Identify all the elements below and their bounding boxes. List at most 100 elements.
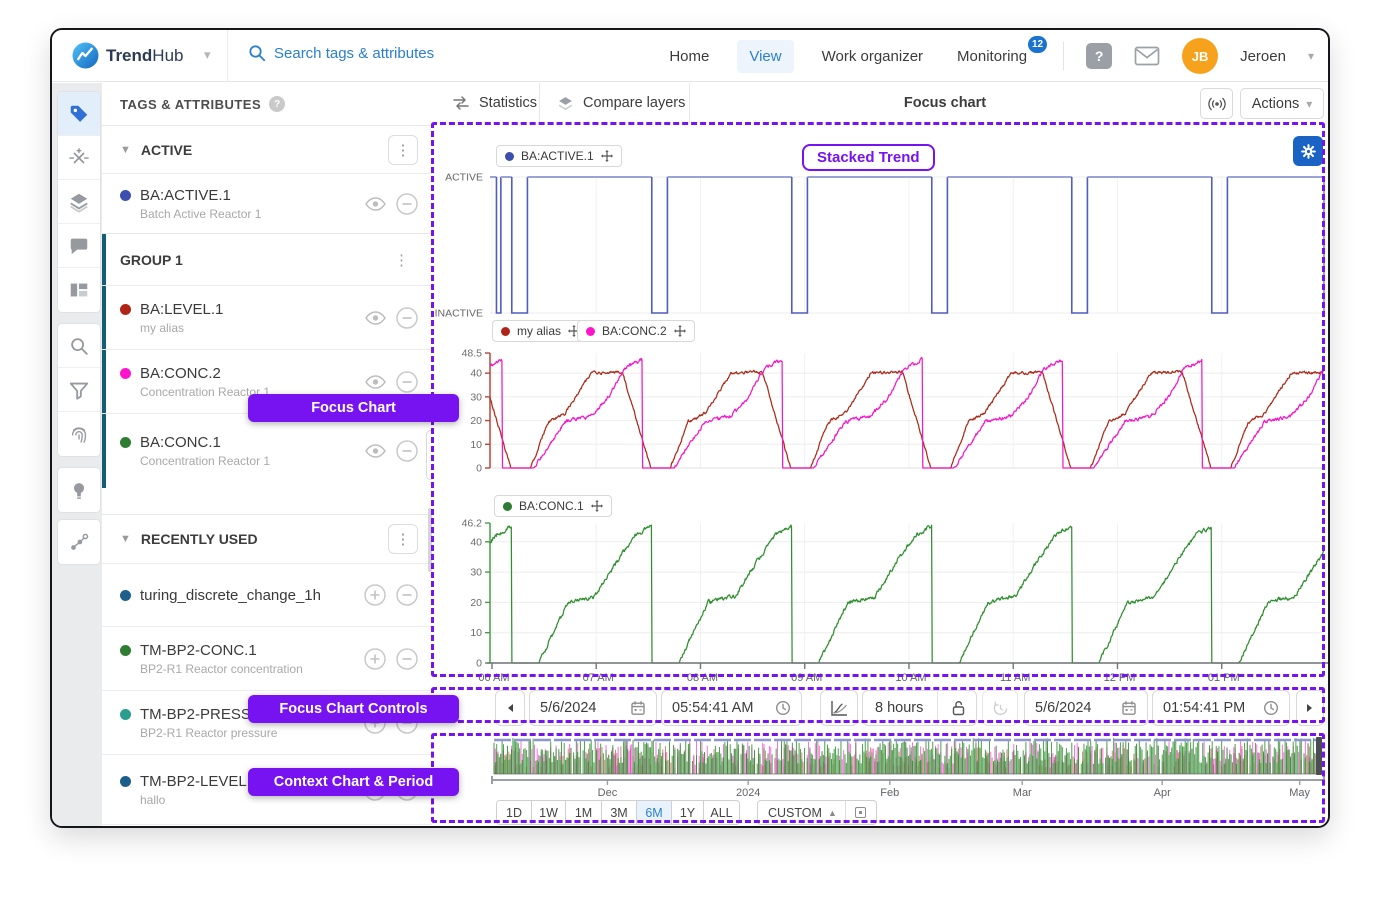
visibility-eye-icon[interactable] (365, 375, 386, 389)
rail-filter-button[interactable] (58, 368, 100, 412)
stacked-trend-plot[interactable]: ACTIVEINACTIVE48.540302010046.2403020100… (433, 123, 1330, 681)
tag-row-tm-bp2-conc-1[interactable]: TM-BP2-CONC.1 BP2-R1 Reactor concentrati… (102, 626, 432, 690)
rail-fingerprint-button[interactable] (58, 412, 100, 456)
custom-period-button[interactable]: CUSTOM (758, 806, 828, 820)
legend-chip-ba-conc-2[interactable]: BA:CONC.2 (577, 320, 695, 342)
rail-connections-button[interactable] (58, 520, 100, 564)
rail-search-button[interactable] (58, 324, 100, 368)
legend-chip-ba-active-1[interactable]: BA:ACTIVE.1 (496, 145, 622, 167)
tag-row-ba-active-1[interactable]: BA:ACTIVE.1 Batch Active Reactor 1 (102, 173, 432, 233)
clock-icon (1263, 700, 1279, 716)
actions-button[interactable]: Actions ▾ (1240, 88, 1324, 119)
move-icon[interactable] (591, 500, 603, 512)
context-overview-plot[interactable]: Dec2024FebMarAprMay (433, 733, 1330, 799)
help-icon[interactable]: ? (1086, 43, 1112, 69)
rail-tags-button[interactable] (58, 92, 100, 136)
start-time-field[interactable]: 05:54:41 AM (661, 690, 802, 726)
rail-recommendations-button[interactable] (58, 468, 100, 512)
user-menu-caret[interactable]: ▾ (1308, 49, 1314, 63)
tag-description: BP2-R1 Reactor pressure (120, 726, 277, 740)
period-3m-button[interactable]: 3M (601, 801, 636, 824)
svg-text:2024: 2024 (736, 787, 760, 799)
history-button[interactable] (982, 690, 1018, 726)
custom-range-button[interactable] (846, 801, 876, 824)
trendhub-logo-icon (72, 42, 99, 69)
legend-chip-ba-conc-1[interactable]: BA:CONC.1 (494, 495, 612, 517)
panel-help-icon[interactable]: ? (269, 96, 285, 112)
section-active-header[interactable]: ▼ ACTIVE ⋮ (102, 125, 432, 173)
tag-description: my alias (120, 321, 223, 335)
shift-forward-button[interactable] (1296, 690, 1324, 726)
period-6m-button[interactable]: 6M (636, 801, 671, 824)
broadcast-button[interactable] (1200, 88, 1233, 119)
chart-settings-button[interactable] (1293, 136, 1323, 166)
remove-circle-icon[interactable] (396, 371, 418, 393)
end-date-field[interactable]: 5/6/2024 (1024, 690, 1148, 726)
svg-text:07 AM: 07 AM (583, 672, 614, 681)
collapse-caret-icon[interactable]: ▼ (120, 533, 131, 545)
compare-scales-button[interactable] (820, 690, 858, 726)
rail-comments-button[interactable] (58, 224, 100, 268)
group-1-block: GROUP 1 ⋮ BA:LEVEL.1 my alias (102, 233, 432, 488)
period-1m-button[interactable]: 1M (565, 801, 601, 824)
section-active-menu-button[interactable]: ⋮ (388, 135, 418, 165)
remove-circle-icon[interactable] (396, 307, 418, 329)
panel-scrollbar[interactable] (428, 508, 432, 572)
svg-text:Feb: Feb (880, 787, 899, 799)
move-icon[interactable] (601, 150, 613, 162)
period-all-button[interactable]: ALL (703, 801, 739, 824)
rail-dashboards-button[interactable] (58, 268, 100, 312)
remove-circle-icon[interactable] (396, 440, 418, 462)
remove-circle-icon[interactable] (396, 193, 418, 215)
legend-chip-my-alias[interactable]: my alias (492, 320, 589, 342)
period-1w-button[interactable]: 1W (531, 801, 565, 824)
tab-compare-layers[interactable]: Compare layers (557, 83, 685, 123)
tag-row-turing[interactable]: turing_discrete_change_1h (102, 563, 432, 626)
nav-view[interactable]: View (737, 40, 793, 73)
nav-home[interactable]: Home (663, 40, 715, 73)
logo-dropdown-caret[interactable]: ▾ (204, 47, 211, 63)
user-avatar[interactable]: JB (1182, 38, 1218, 74)
period-1y-button[interactable]: 1Y (671, 801, 703, 824)
tab-statistics[interactable]: Statistics (452, 83, 537, 123)
tag-row-ba-conc-1[interactable]: BA:CONC.1 Concentration Reactor 1 (102, 413, 432, 488)
section-recent-menu-button[interactable]: ⋮ (388, 524, 418, 554)
custom-period-group: CUSTOM ▲ (757, 800, 877, 825)
period-1d-button[interactable]: 1D (497, 801, 531, 824)
svg-text:Apr: Apr (1154, 787, 1171, 799)
rail-layers-button[interactable] (58, 180, 100, 224)
duration-field[interactable]: 8 hours (862, 690, 977, 726)
lock-duration-button[interactable] (951, 700, 976, 716)
focus-chart-area[interactable]: ACTIVEINACTIVE48.540302010046.2403020100… (433, 123, 1330, 681)
period-button-group: 1D 1W 1M 3M 6M 1Y ALL (496, 800, 740, 825)
search-input[interactable]: Search tags & attributes (274, 45, 434, 62)
global-search[interactable]: Search tags & attributes (248, 44, 434, 62)
visibility-eye-icon[interactable] (365, 311, 386, 325)
tag-color-dot (120, 368, 131, 379)
svg-text:Dec: Dec (598, 787, 618, 799)
nav-monitoring[interactable]: Monitoring 12 (951, 40, 1033, 73)
add-circle-icon[interactable] (364, 648, 386, 670)
group-1-header[interactable]: GROUP 1 ⋮ (102, 233, 432, 285)
visibility-eye-icon[interactable] (365, 444, 386, 458)
group-1-menu-button[interactable]: ⋮ (385, 251, 418, 269)
remove-circle-icon[interactable] (396, 648, 418, 670)
rail-calculations-button[interactable] (58, 136, 100, 180)
section-recent-header[interactable]: ▼ RECENTLY USED ⋮ (102, 514, 432, 563)
move-icon[interactable] (674, 325, 686, 337)
start-date-field[interactable]: 5/6/2024 (529, 690, 657, 726)
svg-text:48.5: 48.5 (462, 348, 483, 360)
svg-text:06 AM: 06 AM (478, 672, 509, 681)
mail-icon[interactable] (1134, 46, 1160, 66)
legend-color-dot (586, 327, 595, 336)
tags-panel-title: TAGS & ATTRIBUTES (120, 97, 261, 112)
shift-back-button[interactable] (495, 690, 525, 726)
end-time-field[interactable]: 01:54:41 PM (1152, 690, 1290, 726)
top-header: TrendHub ▾ Search tags & attributes Home… (52, 30, 1328, 82)
nav-work-organizer[interactable]: Work organizer (816, 40, 929, 73)
add-circle-icon[interactable] (364, 584, 386, 606)
remove-circle-icon[interactable] (396, 584, 418, 606)
visibility-eye-icon[interactable] (365, 197, 386, 211)
collapse-caret-icon[interactable]: ▼ (120, 144, 131, 156)
tag-row-ba-level-1[interactable]: BA:LEVEL.1 my alias (102, 285, 432, 349)
